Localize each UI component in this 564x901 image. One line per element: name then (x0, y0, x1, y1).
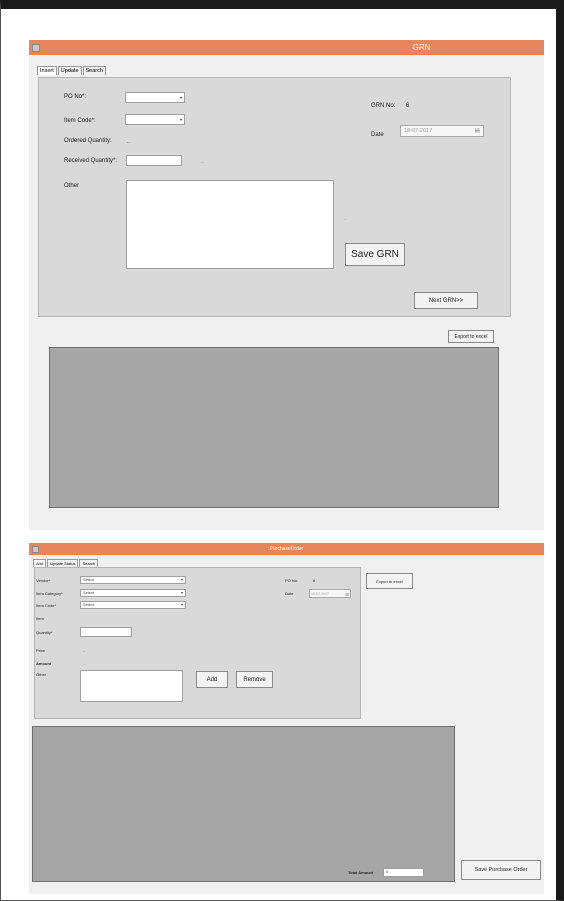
tab-insert[interactable]: Insert (37, 66, 57, 75)
other-hint: .. (344, 216, 347, 222)
grn-window: GRN Insert Update Search PO No*: ▾ Item … (29, 40, 544, 530)
vendor-value: Select (83, 577, 95, 582)
purchase-order-data-grid[interactable] (32, 726, 455, 882)
app-icon (32, 44, 40, 52)
next-grn-button[interactable]: Next GRN>> (414, 292, 478, 309)
purchase-order-tabs: Add Update Status Search (33, 559, 99, 567)
other-label: Other (64, 183, 80, 189)
item-category-dropdown[interactable]: Select ▾ (80, 589, 186, 597)
date-value: 18-07-2017 (311, 591, 329, 596)
purchase-order-window-title: PurchaseOrder (269, 546, 304, 552)
grn-data-grid[interactable] (49, 347, 499, 508)
total-amount-label: Total Amount (348, 870, 374, 875)
ordered-quantity-value: .. (127, 139, 130, 145)
quantity-input[interactable] (80, 627, 132, 637)
grn-window-title: GRN (412, 43, 431, 52)
grn-tabs: Insert Update Search (37, 66, 107, 75)
date-label: Date (285, 591, 294, 596)
save-grn-button[interactable]: Save GRN (345, 243, 405, 266)
tab-search[interactable]: Search (79, 559, 99, 567)
amount-value: ... (83, 661, 87, 666)
chevron-down-icon: ▾ (180, 577, 183, 582)
grn-no-value: 6 (406, 103, 410, 109)
export-to-excel-button[interactable]: Export to excel (366, 573, 413, 589)
remove-button[interactable]: Remove (236, 671, 273, 688)
item-code-label: Item Code*: (64, 118, 96, 124)
ordered-quantity-label: Ordered Quantity: (64, 138, 112, 144)
price-value: .. (83, 648, 86, 653)
add-button[interactable]: Add (196, 671, 228, 688)
calendar-icon[interactable]: ▤ (345, 591, 349, 596)
purchase-order-add-panel: Vendor* Select ▾ Item Category* Select ▾… (34, 567, 361, 719)
item-category-value: Select (83, 590, 95, 595)
save-purchase-order-button[interactable]: Save Purchase Order (461, 860, 541, 880)
item-label: Item (36, 616, 44, 621)
vendor-dropdown[interactable]: Select ▾ (80, 576, 186, 584)
chevron-down-icon: ▾ (179, 116, 182, 122)
other-textarea[interactable] (126, 180, 334, 269)
po-no-label: PO No: (285, 578, 299, 583)
purchase-order-titlebar: PurchaseOrder (29, 543, 544, 555)
tab-search[interactable]: Search (82, 66, 106, 75)
item-code-value: Select (83, 602, 95, 607)
po-no-value: 6 (313, 578, 316, 583)
grn-insert-panel: PO No*: ▾ Item Code*: ▾ Ordered Quantity… (38, 77, 511, 317)
tab-add[interactable]: Add (33, 559, 47, 567)
date-label: Date (371, 132, 384, 138)
calendar-icon[interactable]: ▤ (475, 128, 480, 134)
vendor-label: Vendor* (36, 578, 51, 583)
export-to-excel-button[interactable]: Export to excel (448, 330, 494, 343)
chevron-down-icon: ▾ (180, 590, 183, 595)
price-label: Price (36, 648, 46, 653)
other-label: Other (36, 672, 47, 677)
other-textarea[interactable] (80, 670, 183, 702)
grn-no-label: GRN No: (371, 103, 396, 109)
amount-label: Amount (36, 661, 52, 666)
tab-update[interactable]: Update (57, 66, 82, 75)
received-quantity-input[interactable] (126, 155, 182, 166)
item-code-label: Item Code* (36, 603, 57, 608)
quantity-label: Quantity* (36, 630, 53, 635)
purchase-order-window: PurchaseOrder Add Update Status Search V… (29, 543, 544, 894)
po-no-label: PO No*: (64, 94, 87, 100)
total-amount-field: 0 (383, 868, 424, 877)
received-quantity-hint: .. (201, 159, 204, 165)
grn-titlebar: GRN (29, 40, 544, 55)
date-picker[interactable]: 18-07-2017 ▤ (309, 589, 351, 598)
item-category-label: Item Category* (36, 591, 63, 596)
tab-update-status[interactable]: Update Status (47, 559, 79, 567)
chevron-down-icon: ▾ (179, 94, 182, 100)
received-quantity-label: Received Quantity*: (64, 158, 118, 164)
item-code-dropdown[interactable]: ▾ (125, 114, 185, 125)
total-amount-value: 0 (386, 869, 389, 874)
date-picker[interactable]: 18-07-2017 ▤ (400, 125, 484, 137)
item-code-dropdown[interactable]: Select ▾ (80, 601, 186, 609)
chevron-down-icon: ▾ (180, 602, 183, 607)
date-value: 18-07-2017 (404, 128, 433, 134)
po-no-dropdown[interactable]: ▾ (125, 92, 185, 103)
